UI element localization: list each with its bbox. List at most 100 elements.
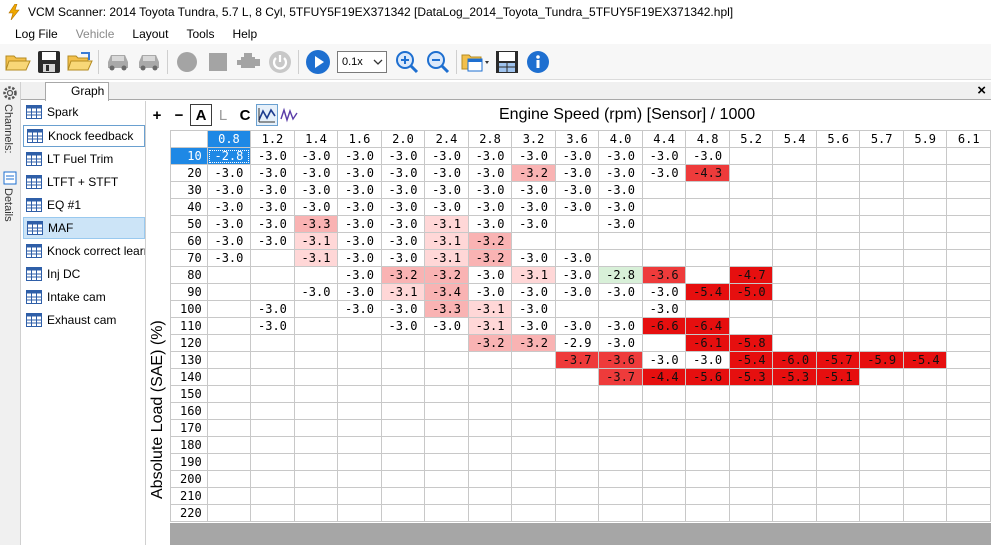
table-cell[interactable]: -5.9 — [859, 351, 904, 369]
table-cell[interactable] — [250, 419, 295, 437]
table-cell[interactable] — [250, 470, 295, 488]
table-cell[interactable] — [511, 419, 556, 437]
table-cell[interactable] — [728, 164, 774, 182]
table-cell[interactable] — [728, 453, 774, 471]
table-cell[interactable]: -3.0 — [337, 283, 382, 301]
channel-item[interactable]: Inj DC — [23, 263, 145, 285]
table-cell[interactable]: -3.2 — [424, 266, 469, 284]
row-header[interactable]: 120 — [170, 334, 208, 352]
table-cell[interactable] — [250, 334, 295, 352]
table-cell[interactable] — [946, 147, 991, 165]
table-cell[interactable] — [685, 453, 730, 471]
table-cell[interactable]: -5.4 — [728, 351, 774, 369]
column-header[interactable]: 5.2 — [728, 130, 774, 148]
table-cell[interactable] — [946, 436, 991, 454]
table-cell[interactable]: -5.7 — [815, 351, 861, 369]
table-cell[interactable]: -3.0 — [337, 164, 382, 182]
menu-help[interactable]: Help — [223, 27, 266, 41]
table-cell[interactable]: -3.0 — [250, 232, 295, 250]
row-header[interactable]: 100 — [170, 300, 208, 318]
table-cell[interactable] — [293, 504, 339, 522]
table-cell[interactable] — [946, 368, 991, 386]
table-cell[interactable] — [815, 283, 861, 301]
table-cell[interactable] — [250, 266, 295, 284]
table-cell[interactable] — [554, 300, 600, 318]
info-icon[interactable] — [522, 47, 553, 77]
table-cell[interactable] — [554, 470, 600, 488]
table-cell[interactable] — [293, 402, 339, 420]
table-cell[interactable] — [380, 368, 426, 386]
table-cell[interactable] — [859, 300, 904, 318]
table-cell[interactable] — [815, 232, 861, 250]
details-pane-label[interactable]: Details — [2, 188, 14, 222]
table-cell[interactable]: -3.0 — [380, 147, 426, 165]
table-cell[interactable] — [467, 453, 513, 471]
table-cell[interactable]: -3.0 — [554, 317, 600, 335]
table-cell[interactable]: -3.1 — [380, 283, 426, 301]
table-cell[interactable] — [206, 470, 252, 488]
table-cell[interactable]: -3.0 — [206, 198, 252, 216]
table-cell[interactable] — [902, 419, 948, 437]
table-cell[interactable] — [902, 249, 948, 267]
zoom-in-icon[interactable] — [391, 47, 422, 77]
table-cell[interactable]: -3.0 — [511, 198, 556, 216]
table-cell[interactable]: -3.0 — [250, 164, 295, 182]
table-cell[interactable] — [685, 198, 730, 216]
record-icon[interactable] — [171, 47, 202, 77]
table-cell[interactable] — [250, 351, 295, 369]
table-cell[interactable] — [815, 317, 861, 335]
table-cell[interactable] — [728, 215, 774, 233]
table-cell[interactable] — [293, 453, 339, 471]
table-cell[interactable] — [380, 453, 426, 471]
channel-item[interactable]: MAF — [23, 217, 145, 239]
row-header[interactable]: 80 — [170, 266, 208, 284]
column-header[interactable]: 1.2 — [250, 130, 295, 148]
table-cell[interactable]: -3.0 — [380, 198, 426, 216]
table-cell[interactable] — [772, 504, 817, 522]
column-header[interactable]: 3.2 — [511, 130, 556, 148]
channel-item[interactable]: Spark — [23, 101, 145, 123]
table-cell[interactable] — [598, 470, 643, 488]
center-button[interactable]: C — [234, 104, 256, 126]
channel-item[interactable]: EQ #1 — [23, 194, 145, 216]
table-cell[interactable] — [424, 419, 469, 437]
column-header[interactable]: 6.1 — [946, 130, 991, 148]
column-header[interactable]: 1.6 — [337, 130, 382, 148]
table-cell[interactable]: -3.0 — [554, 283, 600, 301]
row-header[interactable]: 30 — [170, 181, 208, 199]
table-cell[interactable] — [206, 385, 252, 403]
table-cell[interactable] — [946, 283, 991, 301]
table-cell[interactable] — [902, 385, 948, 403]
table-cell[interactable] — [424, 453, 469, 471]
table-cell[interactable] — [946, 198, 991, 216]
table-cell[interactable]: -3.1 — [424, 232, 469, 250]
table-cell[interactable]: -3.2 — [380, 266, 426, 284]
table-cell[interactable] — [206, 317, 252, 335]
table-cell[interactable]: -3.0 — [380, 232, 426, 250]
table-cell[interactable] — [641, 504, 687, 522]
table-cell[interactable] — [815, 334, 861, 352]
table-cell[interactable] — [859, 419, 904, 437]
table-cell[interactable] — [293, 300, 339, 318]
table-cell[interactable]: -3.0 — [641, 147, 687, 165]
open-recent-icon[interactable] — [64, 47, 95, 77]
column-header[interactable]: 4.0 — [598, 130, 643, 148]
table-cell[interactable] — [293, 368, 339, 386]
table-cell[interactable]: -3.0 — [424, 198, 469, 216]
table-cell[interactable] — [424, 436, 469, 454]
row-header[interactable]: 140 — [170, 368, 208, 386]
table-cell[interactable] — [772, 181, 817, 199]
table-cell[interactable] — [815, 453, 861, 471]
table-cell[interactable] — [337, 351, 382, 369]
table-cell[interactable] — [641, 385, 687, 403]
table-cell[interactable] — [554, 453, 600, 471]
table-cell[interactable] — [772, 334, 817, 352]
table-cell[interactable] — [902, 368, 948, 386]
table-cell[interactable] — [815, 300, 861, 318]
table-cell[interactable] — [380, 402, 426, 420]
table-cell[interactable] — [859, 436, 904, 454]
table-cell[interactable] — [772, 232, 817, 250]
table-cell[interactable] — [641, 334, 687, 352]
table-cell[interactable] — [206, 300, 252, 318]
table-cell[interactable] — [685, 487, 730, 505]
